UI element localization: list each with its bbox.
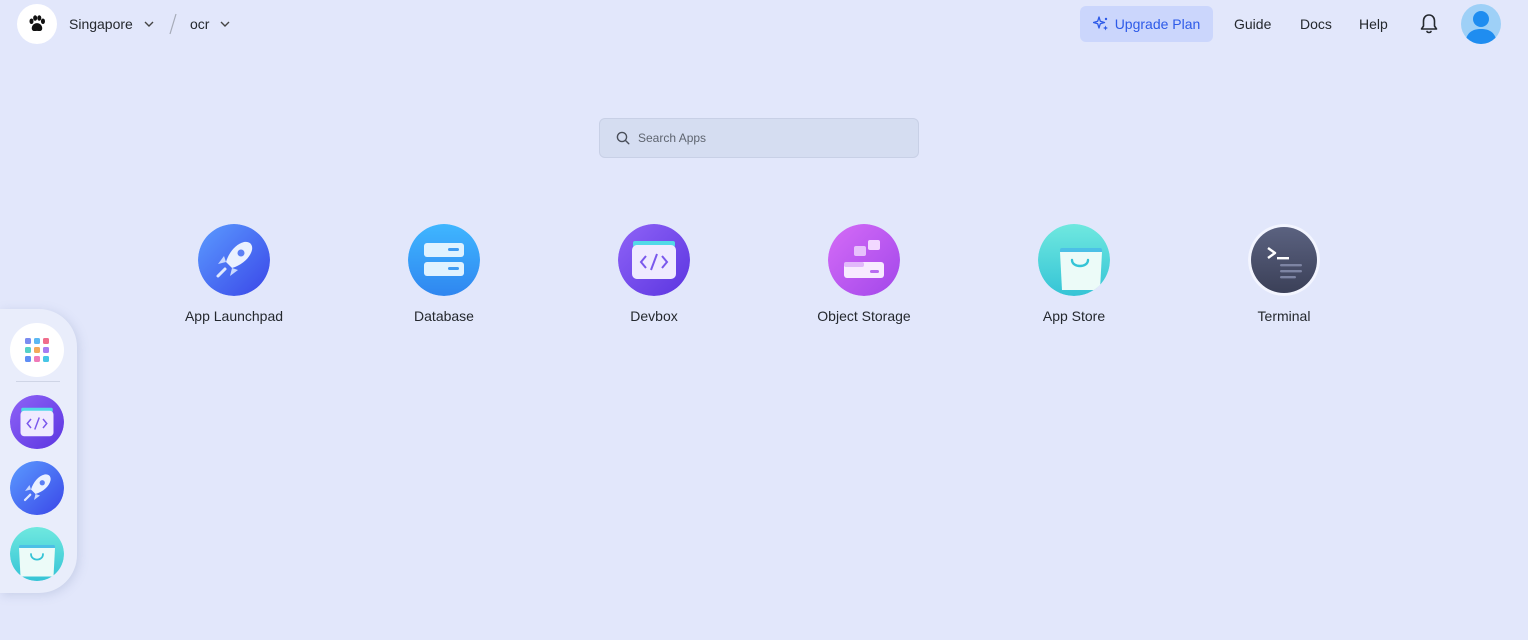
shopping-bag-icon — [1038, 224, 1110, 296]
devbox-app[interactable]: Devbox — [579, 224, 729, 324]
object-storage-app[interactable]: Object Storage — [789, 224, 939, 324]
app-dock — [0, 309, 77, 593]
user-icon — [1465, 11, 1497, 44]
search-icon — [616, 131, 630, 145]
upgrade-plan-button[interactable]: Upgrade Plan — [1080, 6, 1213, 42]
sparkle-icon — [1092, 16, 1108, 31]
rocket-icon — [10, 461, 64, 515]
search-box[interactable] — [599, 118, 919, 158]
app-store-app[interactable]: App Store — [999, 224, 1149, 324]
dock-item-app-store[interactable] — [10, 527, 64, 581]
dock-divider — [16, 381, 60, 382]
bell-icon[interactable] — [1419, 13, 1439, 35]
app-label: Terminal — [1257, 308, 1311, 324]
devbox-icon — [618, 224, 690, 296]
dock-item-app-launchpad[interactable] — [10, 461, 64, 515]
app-label: Devbox — [630, 308, 678, 324]
guide-link[interactable]: Guide — [1234, 16, 1271, 32]
app-label: Database — [414, 308, 474, 324]
search-input[interactable] — [638, 131, 898, 145]
chevron-down-icon — [144, 21, 154, 27]
region-selector[interactable]: Singapore — [69, 16, 155, 32]
database-icon — [408, 224, 480, 296]
top-bar: Singapore ocr Upgrade Plan Guide Docs He… — [0, 0, 1528, 50]
rocket-icon — [198, 224, 270, 296]
breadcrumb-separator — [169, 13, 177, 35]
dock-item-all-apps[interactable] — [10, 323, 64, 377]
shopping-bag-icon — [10, 527, 64, 581]
logo[interactable] — [17, 4, 57, 44]
region-label: Singapore — [69, 16, 133, 32]
grid-icon — [25, 338, 49, 362]
docs-link[interactable]: Docs — [1300, 16, 1332, 32]
object-storage-icon — [828, 224, 900, 296]
avatar[interactable] — [1461, 4, 1501, 44]
namespace-label: ocr — [190, 16, 210, 32]
devbox-icon — [10, 395, 64, 449]
app-label: App Store — [1042, 308, 1106, 324]
dock-item-devbox[interactable] — [10, 395, 64, 449]
paw-icon — [29, 15, 45, 32]
help-link[interactable]: Help — [1359, 16, 1388, 32]
namespace-selector[interactable]: ocr — [190, 16, 231, 32]
app-label: Object Storage — [817, 308, 911, 324]
upgrade-plan-label: Upgrade Plan — [1114, 16, 1201, 32]
terminal-icon — [1248, 224, 1320, 296]
terminal-app[interactable]: Terminal — [1209, 224, 1359, 324]
app-launchpad-app[interactable]: App Launchpad — [159, 224, 309, 324]
chevron-down-icon — [220, 21, 230, 27]
database-app[interactable]: Database — [369, 224, 519, 324]
app-label: App Launchpad — [184, 308, 284, 324]
